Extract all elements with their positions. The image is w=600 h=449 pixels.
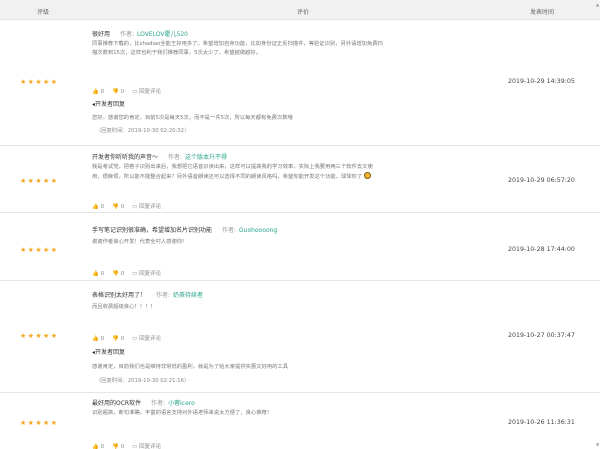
review-body: 我是考试党，把卷子识别出来后，我想把它语音识读出来，这样可以提高我的学习效率，实… (92, 164, 373, 180)
thumbs-down-icon: 👎 (112, 89, 119, 95)
review-body: 谢谢作者良心开发！代表全村人感谢你! (92, 239, 185, 245)
star-rating: ★★★★★ (20, 332, 59, 340)
review-title: 表格识别太好用了！ (92, 292, 147, 299)
post-date: 2019-10-29 14:39:05 (508, 78, 575, 85)
dislike-button[interactable]: 👎 0 (112, 444, 124, 449)
comment-icon: ▭ (132, 271, 138, 277)
comment-icon: ▭ (132, 444, 138, 449)
developer-reply-body: 您好，感谢您的肯定，目前5次是每天5次，而不是一共5次，所以每天都有免费次数哦 (92, 115, 293, 121)
developer-reply-body: 感谢肯定，目前我们也是维持非常低的盈利，就是为了给大家提供实惠又好用的工具 (92, 364, 288, 370)
dislike-button[interactable]: 👎 0 (112, 204, 124, 210)
thumbs-up-icon: 👍 (92, 444, 99, 449)
review-body: 同事推荐下载的，比zhadiao全能王好用多了。希望增加自身功能，比如身份证正反… (92, 41, 383, 56)
table-row: ★★★★★ 很好用 作者: LOVELOV霍儿520 同事推荐下载的，比zhadia… (0, 20, 600, 146)
thumbs-up-icon: 👍 (92, 89, 99, 95)
review-cell: 很好用 作者: LOVELOV霍儿520 同事推荐下载的，比zhadiao全能王好用… (92, 20, 504, 146)
reply-button[interactable]: ▭ 回复评论 (132, 442, 161, 449)
author-label: 作者: (120, 31, 135, 38)
author-label: 作者: (156, 292, 171, 299)
scroll-down-arrow-icon[interactable]: ▼ (595, 442, 600, 447)
post-date: 2019-10-29 06:57:20 (508, 177, 575, 184)
like-button[interactable]: 👍 0 (92, 271, 104, 277)
author-name[interactable]: 奶茶待续者 (173, 292, 203, 299)
review-actions: 👍 0 👎 0 ▭ 回复评论 (92, 442, 169, 449)
post-date: 2019-10-28 17:44:00 (508, 246, 575, 253)
developer-reply-time: （回复时间：2019-10-30 02:21:16） (96, 378, 190, 384)
table-row: ★★★★★ 表格识别太好用了！ 作者: 奶茶待续者 而且收费超级良心！！！！ 👍 0… (0, 281, 600, 393)
review-cell: 开发者你听听我的声音～ 作者: 这个版本升不得 我是考试党，把卷子识别出来后，我想把… (92, 146, 504, 213)
star-rating: ★★★★★ (20, 177, 59, 185)
review-body: 识别超高，断句准确，丰富的语言支持对外语老师来说太方便了，良心推荐！ (92, 410, 273, 416)
review-actions: 👍 0 👎 0 ▭ 回复评论 (92, 87, 169, 95)
author-label: 作者: (168, 154, 183, 161)
table-row: ★★★★★ 开发者你听听我的声音～ 作者: 这个版本升不得 我是考试党，把卷子识别出… (0, 146, 600, 213)
header-time: 发表时间 (530, 9, 555, 16)
thumbs-up-icon: 👍 (92, 204, 99, 210)
review-title-line: 手写笔记识别很准确，希望增加名片识别功能 作者: Guohoooong (92, 225, 277, 234)
thumbs-down-icon: 👎 (112, 444, 119, 449)
star-rating: ★★★★★ (20, 78, 59, 86)
reply-button[interactable]: ▭ 回复评论 (132, 269, 161, 277)
developer-reply-toggle[interactable]: ◂开发者回复 (92, 347, 125, 356)
scroll-up-arrow-icon[interactable]: ▲ (595, 2, 600, 7)
reply-button[interactable]: ▭ 回复评论 (132, 334, 161, 342)
review-title-line: 很好用 作者: LOVELOV霍儿520 (92, 29, 188, 38)
like-button[interactable]: 👍 0 (92, 336, 104, 342)
like-button[interactable]: 👍 0 (92, 204, 104, 210)
review-title-line: 开发者你听听我的声音～ 作者: 这个版本升不得 (92, 152, 227, 161)
like-button[interactable]: 👍 0 (92, 89, 104, 95)
review-title: 开发者你听听我的声音～ (92, 154, 159, 161)
star-rating: ★★★★★ (20, 419, 59, 427)
header-rating: 评级 (37, 9, 50, 16)
author-name[interactable]: 小蓉icero (168, 400, 195, 407)
review-title: 很好用 (92, 31, 111, 38)
post-date: 2019-10-26 11:36:31 (508, 419, 575, 426)
comment-icon: ▭ (132, 204, 138, 210)
author-label: 作者: (151, 400, 166, 407)
dislike-button[interactable]: 👎 0 (112, 271, 124, 277)
author-label: 作者: (222, 227, 237, 234)
review-cell: 表格识别太好用了！ 作者: 奶茶待续者 而且收费超级良心！！！！ 👍 0 👎 0 ▭ 回… (92, 281, 504, 393)
smile-emoji-icon (363, 172, 371, 179)
header-review: 评价 (297, 9, 310, 16)
thumbs-down-icon: 👎 (112, 204, 119, 210)
developer-reply-toggle[interactable]: ◂开发者回复 (92, 99, 125, 108)
thumbs-up-icon: 👍 (92, 271, 99, 277)
table-header: 评级 评价 发表时间 (0, 0, 600, 20)
comment-icon: ▭ (132, 336, 138, 342)
dislike-button[interactable]: 👎 0 (112, 89, 124, 95)
reply-button[interactable]: ▭ 回复评论 (132, 202, 161, 210)
dislike-button[interactable]: 👎 0 (112, 336, 124, 342)
author-name[interactable]: 这个版本升不得 (185, 154, 227, 161)
thumbs-down-icon: 👎 (112, 271, 119, 277)
reply-button[interactable]: ▭ 回复评论 (132, 87, 161, 95)
review-title-line: 最好用的OCR软件 作者: 小蓉icero (92, 398, 195, 407)
review-cell: 最好用的OCR软件 作者: 小蓉icero 识别超高，断句准确，丰富的语言支持对外语… (92, 393, 504, 449)
reviews-table: 评级 评价 发表时间 ★★★★★ 很好用 作者: LOVELOV霍儿520 同事推荐… (0, 0, 600, 449)
review-actions: 👍 0 👎 0 ▭ 回复评论 (92, 202, 169, 210)
developer-reply-time: （回复时间：2019-10-30 02:20:32） (96, 128, 190, 134)
review-cell: 手写笔记识别很准确，希望增加名片识别功能 作者: Guohoooong 谢谢作者良心… (92, 213, 504, 281)
author-name[interactable]: Guohoooong (239, 227, 277, 234)
review-body: 而且收费超级良心！！！！ (92, 304, 156, 310)
author-name[interactable]: LOVELOV霍儿520 (137, 31, 188, 38)
review-actions: 👍 0 👎 0 ▭ 回复评论 (92, 334, 169, 342)
comment-icon: ▭ (132, 89, 138, 95)
scrollbar[interactable]: ▲ ▼ (595, 0, 600, 449)
thumbs-up-icon: 👍 (92, 336, 99, 342)
review-title-line: 表格识别太好用了！ 作者: 奶茶待续者 (92, 290, 203, 299)
star-rating: ★★★★★ (20, 246, 59, 254)
review-title: 手写笔记识别很准确，希望增加名片识别功能 (92, 227, 213, 234)
post-date: 2019-10-27 00:37:47 (508, 332, 575, 339)
like-button[interactable]: 👍 0 (92, 444, 104, 449)
review-actions: 👍 0 👎 0 ▭ 回复评论 (92, 269, 169, 277)
thumbs-down-icon: 👎 (112, 336, 119, 342)
table-row: ★★★★★ 手写笔记识别很准确，希望增加名片识别功能 作者: Guohoooong … (0, 213, 600, 281)
table-row: ★★★★★ 最好用的OCR软件 作者: 小蓉icero 识别超高，断句准确，丰富的语… (0, 393, 600, 449)
review-title: 最好用的OCR软件 (92, 400, 142, 407)
